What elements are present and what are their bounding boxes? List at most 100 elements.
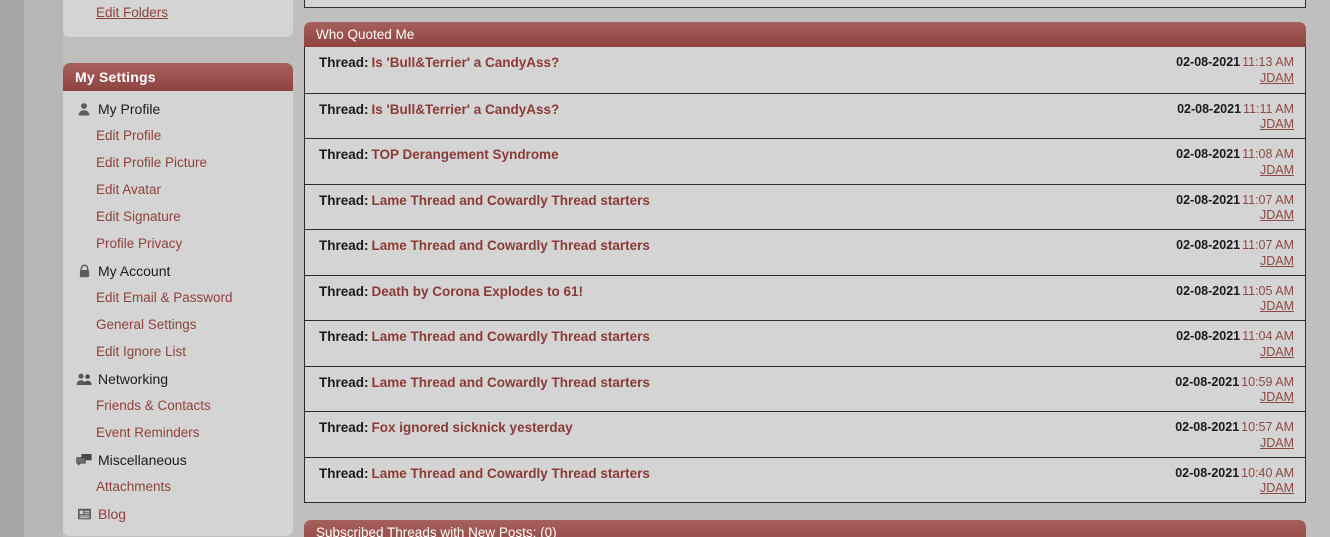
thread-title-link[interactable]: Is 'Bull&Terrier' a CandyAss? [372,102,560,117]
thread-title-link[interactable]: TOP Derangement Syndrome [372,147,559,162]
row-username-link[interactable]: JDAM [1175,390,1294,406]
sidebar-item-edit-email-password[interactable]: Edit Email & Password [63,284,293,311]
row-time: 10:40 AM [1241,465,1294,480]
sidebar-group-blog[interactable]: Blog [63,500,293,527]
page-root: Edit Folders My Settings My Profile Edit… [0,0,1330,537]
row-meta: 02-08-2021 11:07 AM JDAM [1176,193,1294,224]
row-thread-info: Thread: Lame Thread and Cowardly Thread s… [319,466,650,482]
thread-prefix-label: Thread: [319,374,369,390]
row-time: 11:13 AM [1242,55,1294,69]
page-gutter-dark [0,0,24,537]
sidebar-group-networking[interactable]: Networking [63,365,293,392]
sidebar-group-label: Networking [98,370,169,387]
table-row[interactable]: Thread: Lame Thread and Cowardly Thread s… [304,365,1306,411]
subscribed-threads-panel: Subscribed Threads with New Posts: (0) [304,520,1306,537]
table-row[interactable]: Thread: Fox ignored sicknick yesterday 02… [304,411,1306,457]
thread-title-link[interactable]: Lame Thread and Cowardly Thread starters [372,193,650,208]
sidebar-group-my-account[interactable]: My Account [63,257,293,284]
row-time: 11:11 AM [1243,101,1294,116]
row-date: 02-08-2021 [1175,465,1240,480]
row-time: 11:07 AM [1242,238,1294,252]
sidebar-item-edit-profile[interactable]: Edit Profile [63,122,293,149]
sidebar-item-edit-folders[interactable]: Edit Folders [63,0,293,26]
who-quoted-me-panel: Who Quoted Me Thread: Is 'Bull&Terrier' a… [304,22,1306,503]
row-time: 11:05 AM [1242,283,1294,298]
thread-prefix-label: Thread: [319,465,369,481]
sidebar-group-my-profile[interactable]: My Profile [63,95,293,122]
row-username-link[interactable]: JDAM [1176,71,1294,87]
sidebar-item-friends-contacts[interactable]: Friends & Contacts [63,392,293,419]
table-row[interactable]: Thread: TOP Derangement Syndrome 02-08-20… [304,138,1306,184]
thread-title-link[interactable]: Lame Thread and Cowardly Thread starters [372,466,650,481]
thread-prefix-label: Thread: [319,192,369,208]
row-username-link[interactable]: JDAM [1177,117,1294,133]
row-username-link[interactable]: JDAM [1175,481,1294,497]
row-date: 02-08-2021 [1176,238,1241,252]
row-date: 02-08-2021 [1176,192,1241,207]
table-row[interactable]: Thread: Death by Corona Explodes to 61! 0… [304,274,1306,320]
table-row[interactable]: Thread: Lame Thread and Cowardly Thread s… [304,183,1306,229]
sidebar: Edit Folders My Settings My Profile Edit… [63,0,293,536]
sidebar-group-label: Blog [98,505,127,522]
row-thread-info: Thread: Is 'Bull&Terrier' a CandyAss? [319,55,559,71]
sidebar-item-event-reminders[interactable]: Event Reminders [63,419,293,446]
row-date: 02-08-2021 [1176,283,1241,298]
sidebar-item-edit-profile-picture[interactable]: Edit Profile Picture [63,149,293,176]
row-thread-info: Thread: Lame Thread and Cowardly Thread s… [319,238,650,254]
row-username-link[interactable]: JDAM [1176,345,1294,361]
row-username-link[interactable]: JDAM [1176,299,1294,315]
row-date: 02-08-2021 [1176,329,1241,343]
row-time: 11:08 AM [1242,147,1294,161]
row-username-link[interactable]: JDAM [1176,163,1294,179]
row-time: 11:07 AM [1242,192,1294,207]
sidebar-block-my-settings: My Settings My Profile Edit Profile Edit… [63,63,293,536]
row-meta: 02-08-2021 10:57 AM JDAM [1175,420,1294,451]
row-date: 02-08-2021 [1175,374,1240,389]
row-meta: 02-08-2021 11:07 AM JDAM [1176,238,1294,269]
table-row[interactable]: Thread: Lame Thread and Cowardly Thread s… [304,229,1306,275]
thread-title-link[interactable]: Is 'Bull&Terrier' a CandyAss? [372,55,560,70]
sidebar-group-label: My Profile [98,100,161,117]
sidebar-block-folders: Edit Folders [63,0,293,37]
row-date: 02-08-2021 [1176,55,1241,69]
row-meta: 02-08-2021 11:05 AM JDAM [1176,284,1294,315]
quoted-rows-list: Thread: Is 'Bull&Terrier' a CandyAss? 02-… [304,47,1306,503]
thread-prefix-label: Thread: [319,329,369,344]
sidebar-item-profile-privacy[interactable]: Profile Privacy [63,230,293,257]
people-icon [75,371,93,387]
row-date: 02-08-2021 [1176,147,1241,161]
row-username-link[interactable]: JDAM [1176,254,1294,270]
thread-title-link[interactable]: Lame Thread and Cowardly Thread starters [372,238,650,253]
table-row[interactable]: Thread: Lame Thread and Cowardly Thread s… [304,320,1306,366]
thread-prefix-label: Thread: [319,283,369,299]
speech-bubbles-icon [75,452,93,468]
panel-above-partial [304,0,1306,8]
row-date: 02-08-2021 [1177,101,1242,116]
row-meta: 02-08-2021 11:13 AM JDAM [1176,55,1294,86]
sidebar-group-label: Miscellaneous [98,451,187,468]
sidebar-group-miscellaneous[interactable]: Miscellaneous [63,446,293,473]
row-username-link[interactable]: JDAM [1176,208,1294,224]
row-thread-info: Thread: TOP Derangement Syndrome [319,147,559,163]
row-thread-info: Thread: Fox ignored sicknick yesterday [319,420,573,436]
sidebar-item-edit-ignore-list[interactable]: Edit Ignore List [63,338,293,365]
sidebar-item-general-settings[interactable]: General Settings [63,311,293,338]
thread-title-link[interactable]: Lame Thread and Cowardly Thread starters [372,329,650,344]
row-username-link[interactable]: JDAM [1175,436,1294,452]
sidebar-item-edit-avatar[interactable]: Edit Avatar [63,176,293,203]
row-meta: 02-08-2021 10:40 AM JDAM [1175,466,1294,497]
sidebar-item-attachments[interactable]: Attachments [63,473,293,500]
thread-title-link[interactable]: Lame Thread and Cowardly Thread starters [372,375,650,390]
row-time: 10:57 AM [1241,420,1294,434]
thread-prefix-label: Thread: [319,420,369,435]
sidebar-group-label: My Account [98,262,171,279]
table-row[interactable]: Thread: Lame Thread and Cowardly Thread s… [304,456,1306,502]
table-row[interactable]: Thread: Is 'Bull&Terrier' a CandyAss? 02-… [304,47,1306,93]
row-thread-info: Thread: Is 'Bull&Terrier' a CandyAss? [319,102,559,118]
sidebar-item-edit-signature[interactable]: Edit Signature [63,203,293,230]
table-row[interactable]: Thread: Is 'Bull&Terrier' a CandyAss? 02-… [304,92,1306,138]
thread-prefix-label: Thread: [319,238,369,253]
thread-title-link[interactable]: Fox ignored sicknick yesterday [372,420,573,435]
thread-title-link[interactable]: Death by Corona Explodes to 61! [372,284,584,299]
person-icon [75,101,93,117]
